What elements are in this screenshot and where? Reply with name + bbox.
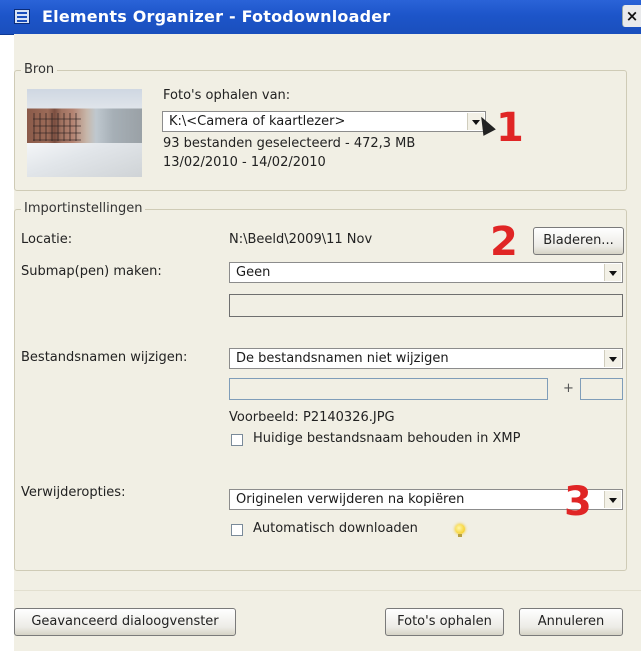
source-device-value: K:\<Camera of kaartlezer> [169,114,346,129]
cancel-button[interactable]: Annuleren [519,608,623,636]
rename-text-input[interactable] [229,378,548,400]
rename-value: De bestandsnamen niet wijzigen [236,351,449,366]
import-legend: Importinstellingen [21,201,146,216]
callout-3: 3 [564,479,592,525]
photo-thumbnail [27,89,142,177]
rename-label: Bestandsnamen wijzigen: [21,350,188,365]
get-photos-button[interactable]: Foto's ophalen [385,608,504,636]
source-legend: Bron [21,62,58,77]
source-device-select[interactable]: K:\<Camera of kaartlezer> [162,111,486,132]
example-filename: P2140326.JPG [303,410,395,425]
subfolder-name-input[interactable] [229,294,623,317]
date-range: 13/02/2010 - 14/02/2010 [163,155,326,170]
rename-select[interactable]: De bestandsnamen niet wijzigen [229,348,623,369]
delete-options-label: Verwijderopties: [21,485,126,500]
source-group: Bron Foto's ophalen van: K:\<Camera of k… [14,62,627,191]
callout-2: 2 [490,219,518,265]
keep-name-checkbox[interactable] [231,434,243,446]
plus-sign: + [563,381,574,396]
title-bar: Elements Organizer - Fotodownloader × [0,0,641,35]
footer-divider [14,590,641,591]
chevron-down-icon[interactable] [604,491,621,508]
callout-1: 1 [496,105,524,151]
subfolder-value: Geen [236,265,271,280]
auto-download-label: Automatisch downloaden [253,521,418,536]
browse-button[interactable]: Bladeren... [533,227,624,255]
subfolder-label: Submap(pen) maken: [21,264,162,279]
delete-options-value: Originelen verwijderen na kopiëren [236,492,465,507]
window-title: Elements Organizer - Fotodownloader [42,7,391,26]
chevron-down-icon[interactable] [604,264,621,281]
rename-number-input[interactable] [580,378,623,400]
chevron-down-icon[interactable] [604,350,621,367]
location-value: N:\Beeld\2009\11 Nov [229,232,373,247]
subfolder-select[interactable]: Geen [229,262,623,283]
window-grid-icon [14,9,30,24]
close-button[interactable]: × [622,5,641,27]
dialog-body: Bron Foto's ophalen van: K:\<Camera of k… [14,34,641,651]
auto-download-checkbox[interactable] [231,524,243,536]
selected-files-info: 93 bestanden geselecteerd - 472,3 MB [163,136,416,151]
lightbulb-icon [455,524,465,537]
example-label: Voorbeeld: [229,410,299,425]
advanced-dialog-button[interactable]: Geavanceerd dialoogvenster [14,608,236,636]
keep-name-label: Huidige bestandsnaam behouden in XMP [253,431,521,446]
import-settings-group: Importinstellingen Locatie: N:\Beeld\200… [14,201,627,571]
fetch-from-label: Foto's ophalen van: [163,88,291,103]
location-label: Locatie: [21,232,73,247]
